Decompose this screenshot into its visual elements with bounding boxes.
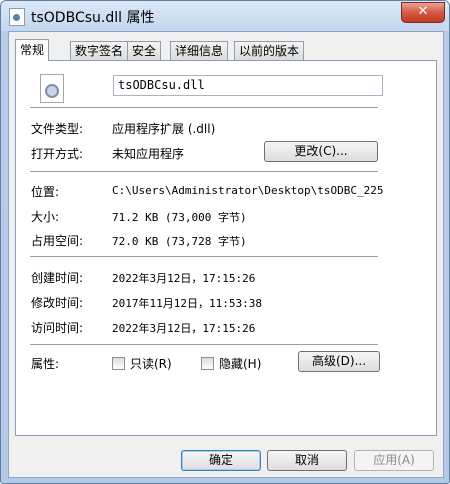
cancel-button[interactable]: 取消 bbox=[267, 450, 347, 471]
location-label: 位置: bbox=[31, 185, 60, 199]
hidden-checkbox[interactable] bbox=[201, 357, 214, 370]
tab-details[interactable]: 详细信息 bbox=[170, 41, 229, 60]
modified-value: 2017年11月12日，11:53:38 bbox=[112, 297, 262, 310]
created-label: 创建时间: bbox=[31, 271, 84, 285]
divider bbox=[30, 171, 378, 172]
tab-general[interactable]: 常规 bbox=[15, 39, 50, 61]
readonly-checkbox[interactable] bbox=[112, 357, 125, 370]
location-value: C:\Users\Administrator\Desktop\tsODBC_22… bbox=[112, 184, 384, 197]
divider bbox=[30, 107, 378, 108]
divider bbox=[30, 344, 378, 345]
advanced-button[interactable]: 高级(D)... bbox=[298, 351, 380, 372]
tab-digital-signatures[interactable]: 数字签名 bbox=[70, 41, 129, 60]
file-type-label: 文件类型: bbox=[31, 122, 84, 136]
accessed-value: 2022年3月12日，17:15:26 bbox=[112, 322, 256, 335]
file-icon bbox=[9, 8, 25, 26]
hidden-label[interactable]: 隐藏(H) bbox=[219, 355, 261, 372]
readonly-label[interactable]: 只读(R) bbox=[130, 355, 172, 372]
tab-previous-versions[interactable]: 以前的版本 bbox=[234, 41, 305, 60]
created-value: 2022年3月12日，17:15:26 bbox=[112, 272, 256, 285]
apply-button[interactable]: 应用(A) bbox=[354, 450, 434, 471]
dll-file-icon bbox=[40, 74, 64, 103]
file-type-value: 应用程序扩展 (.dll) bbox=[112, 122, 216, 136]
size-label: 大小: bbox=[31, 210, 60, 224]
title-bar[interactable]: tsODBCsu.dll 属性 ✕ bbox=[1, 1, 449, 31]
accessed-label: 访问时间: bbox=[31, 321, 84, 335]
tab-security[interactable]: 安全 bbox=[127, 41, 162, 60]
size-on-disk-value: 72.0 KB (73,728 字节) bbox=[112, 235, 247, 248]
general-tab-panel: tsODBCsu.dll 文件类型: 应用程序扩展 (.dll) 打开方式: 未… bbox=[15, 60, 437, 436]
filename-field[interactable]: tsODBCsu.dll bbox=[113, 75, 383, 96]
size-value: 71.2 KB (73,000 字节) bbox=[112, 211, 247, 224]
opens-with-value: 未知应用程序 bbox=[112, 147, 185, 161]
divider bbox=[30, 256, 378, 257]
dialog-body: 常规 数字签名 安全 详细信息 以前的版本 tsODBCsu.dll 文件类型:… bbox=[8, 31, 444, 478]
ok-button[interactable]: 确定 bbox=[181, 450, 261, 471]
properties-window: tsODBCsu.dll 属性 ✕ 常规 数字签名 安全 详细信息 以前的版本 … bbox=[0, 0, 450, 484]
opens-with-label: 打开方式: bbox=[31, 147, 84, 161]
modified-label: 修改时间: bbox=[31, 296, 84, 310]
close-button[interactable]: ✕ bbox=[401, 2, 445, 23]
attributes-label: 属性: bbox=[31, 357, 60, 371]
window-title: tsODBCsu.dll 属性 bbox=[31, 10, 155, 26]
change-button[interactable]: 更改(C)... bbox=[264, 141, 378, 162]
size-on-disk-label: 占用空间: bbox=[31, 234, 84, 248]
